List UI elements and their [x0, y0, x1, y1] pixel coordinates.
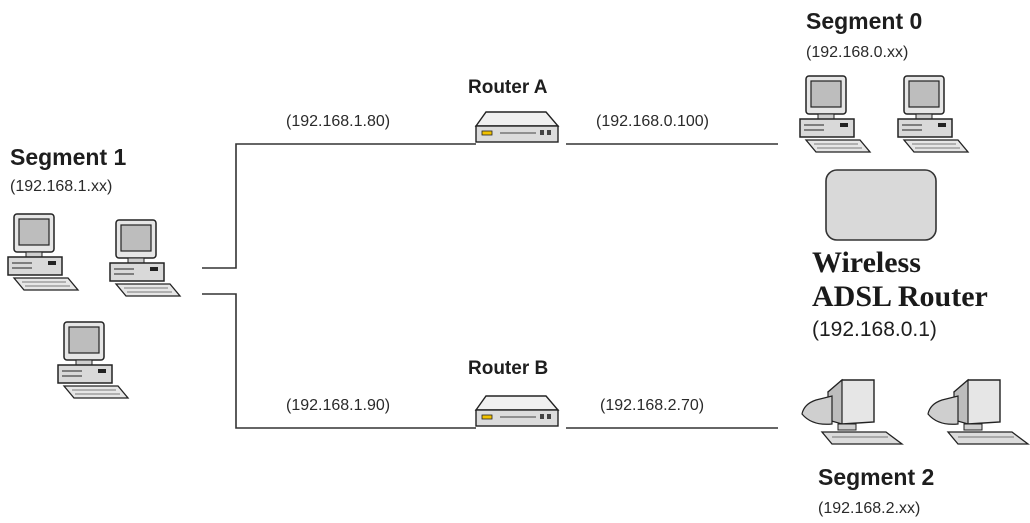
wireless-router-label-line1: Wireless	[812, 246, 921, 279]
wireless-router-ip: (192.168.0.1)	[812, 318, 937, 341]
segment1-title: Segment 1	[10, 144, 127, 170]
segment2-subnet: (192.168.2.xx)	[818, 500, 921, 517]
network-diagram: Segment 1 (192.168.1.xx) Router A (192.1…	[0, 0, 1030, 523]
link-seg1-router-a	[202, 143, 476, 269]
router-b-title: Router B	[468, 358, 549, 379]
segment2-workstation-icon	[927, 379, 1029, 445]
segment1-computer-icon	[109, 219, 181, 297]
segment0-subnet: (192.168.0.xx)	[806, 44, 909, 61]
router-b-icon	[475, 395, 559, 427]
router-a-title: Router A	[468, 77, 548, 98]
segment2-title: Segment 2	[818, 464, 935, 490]
segment2-workstation-icon	[801, 379, 903, 445]
router-a-icon	[475, 111, 559, 143]
router-a-wan-ip: (192.168.0.100)	[596, 113, 709, 130]
router-a-lan-ip: (192.168.1.80)	[286, 113, 391, 130]
segment0-computer-icon	[897, 75, 969, 153]
connection-lines	[202, 143, 778, 429]
segment1-computer-icon	[7, 213, 79, 291]
router-b-lan-ip: (192.168.1.90)	[286, 397, 391, 414]
segment0-title: Segment 0	[806, 8, 923, 34]
segment1-subnet: (192.168.1.xx)	[10, 178, 113, 195]
segment1-computer-icon	[57, 321, 129, 399]
router-b-wan-ip: (192.168.2.70)	[600, 397, 705, 414]
segment0-computer-icon	[799, 75, 871, 153]
wireless-adsl-router-icon	[825, 169, 937, 241]
wireless-router-label-line2: ADSL Router	[812, 280, 988, 313]
